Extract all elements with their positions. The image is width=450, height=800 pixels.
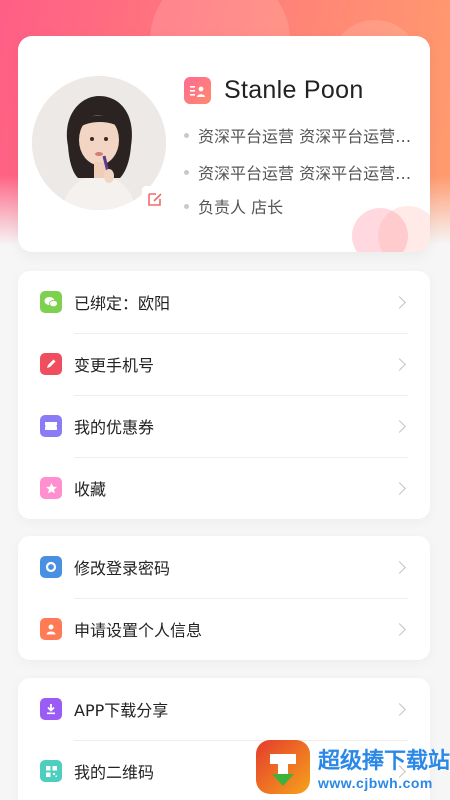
site-watermark: 超级捧下载站 www.cjbwh.com [250,734,450,800]
chevron-right-icon [393,295,406,309]
user-name: Stanle Poon [224,76,364,104]
watermark-text: 超级捧下载站 www.cjbwh.com [318,743,450,791]
edit-avatar-button[interactable] [142,186,168,212]
menu-label: 我的优惠券 [74,418,155,437]
watermark-logo [256,740,310,794]
name-row: Stanle Poon [184,76,364,105]
info-text: 负责人 店长 [198,198,284,217]
chevron-right-icon [393,357,406,371]
info-text: 资深平台运营 资深平台运营 资深平台运营 [198,127,416,146]
menu-label: 变更手机号 [74,356,155,375]
coupon-icon [40,415,62,437]
profile-info-line: 资深平台运营 资深平台运营 资深平台运营 [184,160,416,184]
menu-group-security: 修改登录密码 申请设置个人信息 [18,536,430,660]
menu-item-favorites[interactable]: 收藏 [18,457,430,519]
profile-card: Stanle Poon 资深平台运营 资深平台运营 资深平台运营 资深平台运营 … [18,36,430,252]
chevron-right-icon [393,622,406,636]
menu-label: 收藏 [74,480,107,499]
download-icon [40,698,62,720]
chevron-right-icon [393,560,406,574]
chevron-right-icon [393,702,406,716]
menu-item-change-phone[interactable]: 变更手机号 [18,333,430,395]
chevron-right-icon [393,481,406,495]
menu-label: APP下载分享 [74,701,169,720]
menu-label: 修改登录密码 [74,559,171,578]
wechat-icon [40,291,62,313]
person-icon [40,618,62,640]
menu-item-personal-info[interactable]: 申请设置个人信息 [18,598,430,660]
info-text: 资深平台运营 资深平台运营 资深平台运营 [198,164,416,183]
bullet-dot [184,203,189,209]
pencil-icon [40,353,62,375]
id-card-icon [184,77,211,104]
qrcode-icon [40,760,62,782]
watermark-url: www.cjbwh.com [318,775,433,791]
menu-label: 申请设置个人信息 [74,621,203,640]
bullet-dot [184,169,189,175]
profile-info-line: 资深平台运营 资深平台运营 资深平台运营 [184,123,416,147]
lock-ring-icon [40,556,62,578]
watermark-title: 超级捧下载站 [318,749,450,774]
menu-item-coupons[interactable]: 我的优惠券 [18,395,430,457]
menu-item-wechat-binding[interactable]: 已绑定：欧阳 [18,271,430,333]
menu-item-app-download[interactable]: APP下载分享 [18,678,430,740]
edit-icon [148,193,162,206]
avatar-container[interactable] [32,76,168,212]
menu-label: 已绑定：欧阳 [74,294,171,313]
bullet-dot [184,132,189,138]
chevron-right-icon [393,419,406,433]
star-icon [40,477,62,499]
menu-group-account: 已绑定：欧阳 变更手机号 我的优惠券 收藏 [18,271,430,519]
menu-item-change-password[interactable]: 修改登录密码 [18,536,430,598]
